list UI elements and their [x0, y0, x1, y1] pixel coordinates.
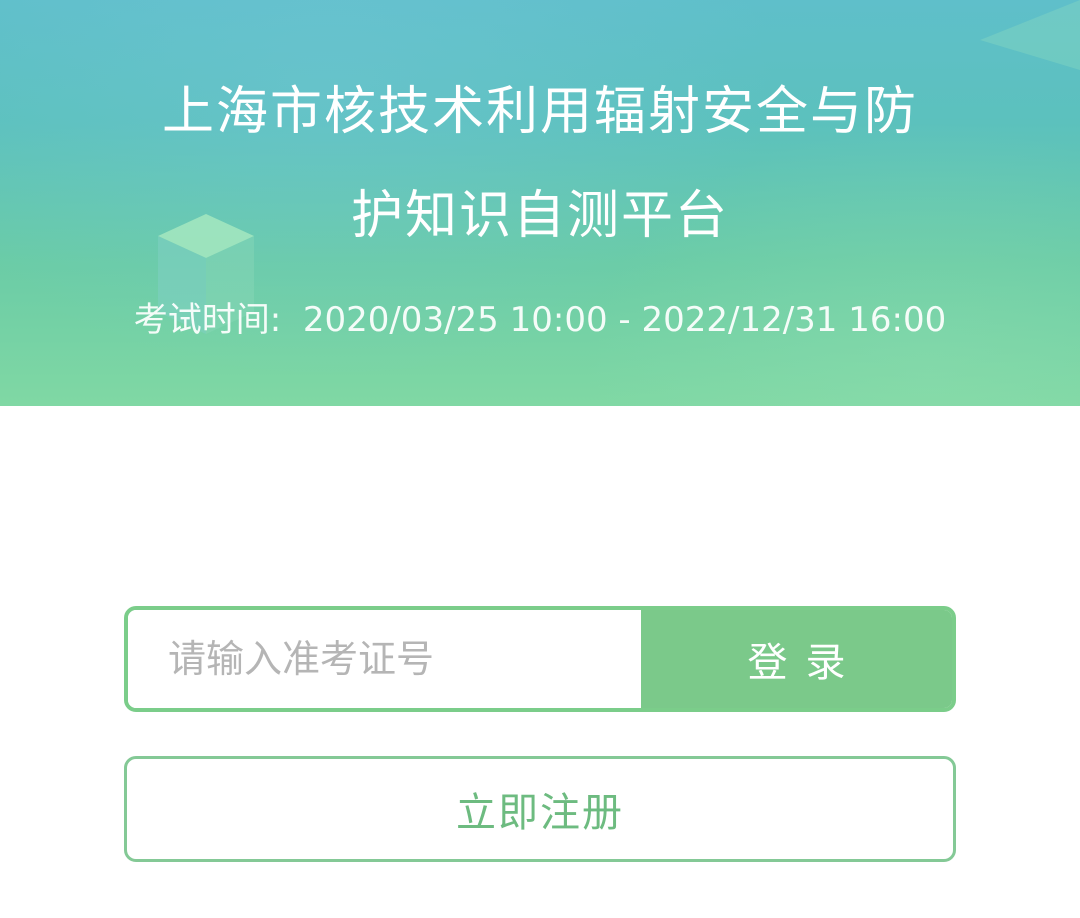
- login-form: 登录: [124, 606, 956, 712]
- exam-time-label: 考试时间:: [133, 300, 293, 340]
- admission-ticket-input[interactable]: [128, 610, 641, 708]
- page-title-line-1: 上海市核技术利用辐射安全与防: [161, 82, 918, 142]
- page-title-line-2: 护知识自测平台: [350, 186, 729, 246]
- header-banner: 上海市核技术利用辐射安全与防 护知识自测平台 考试时间: 2020/03/25 …: [0, 0, 1080, 406]
- page-title: 上海市核技术利用辐射安全与防 护知识自测平台: [60, 60, 1020, 268]
- register-button[interactable]: 立即注册: [124, 756, 956, 862]
- login-button[interactable]: 登录: [641, 610, 952, 708]
- exam-time-value: 2020/03/25 10:00 - 2022/12/31 16:00: [302, 300, 947, 340]
- login-page: 上海市核技术利用辐射安全与防 护知识自测平台 考试时间: 2020/03/25 …: [0, 0, 1080, 918]
- exam-time: 考试时间: 2020/03/25 10:00 - 2022/12/31 16:0…: [60, 296, 1020, 344]
